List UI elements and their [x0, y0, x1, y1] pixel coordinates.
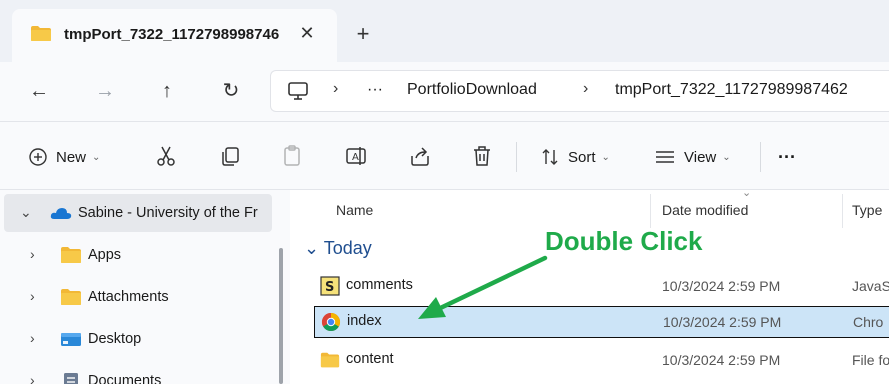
column-divider[interactable]: [842, 194, 843, 228]
sidebar-item-documents[interactable]: › Documents: [10, 362, 272, 384]
command-bar: New ⌄ A Sort ⌄ View ⌄ ···: [0, 122, 889, 190]
forward-button[interactable]: →: [90, 76, 120, 106]
sort-indicator-icon: ⌄: [742, 187, 752, 199]
tab-title: tmpPort_7322_1172798998746: [64, 26, 280, 43]
group-header-today[interactable]: ⌄ Today: [304, 238, 372, 259]
svg-text:S: S: [325, 280, 334, 295]
more-options-button[interactable]: ···: [778, 146, 796, 168]
breadcrumb-portfoliodownload[interactable]: PortfolioDownload: [407, 81, 537, 99]
navigation-pane: ⌄ Sabine - University of the Fr › Apps ›…: [0, 190, 290, 384]
address-row: ← → ↑ ↻ › ··· PortfolioDownload › tmpPor…: [0, 62, 889, 122]
breadcrumb-more[interactable]: ···: [367, 81, 383, 99]
desktop-icon: [61, 333, 81, 346]
chevron-down-icon: ⌄: [601, 151, 610, 163]
chevron-right-icon[interactable]: ›: [30, 288, 35, 304]
file-type: JavaS: [852, 278, 889, 294]
chevron-down-icon[interactable]: ⌄: [20, 204, 32, 221]
sidebar-item-label: Desktop: [88, 331, 142, 347]
new-button-label: New: [56, 148, 87, 166]
rename-icon[interactable]: A: [344, 144, 368, 168]
column-header-date-modified[interactable]: Date modified: [662, 202, 748, 218]
file-row-index[interactable]: index 10/3/2024 2:59 PM Chro: [314, 306, 889, 338]
file-row-content[interactable]: content 10/3/2024 2:59 PM File fo: [314, 344, 889, 376]
file-name: content: [346, 351, 394, 367]
back-button[interactable]: ←: [24, 76, 54, 106]
view-button-label: View: [684, 148, 717, 166]
file-row-comments[interactable]: S comments 10/3/2024 2:59 PM JavaS: [314, 270, 889, 302]
new-button[interactable]: New ⌄: [28, 146, 100, 168]
file-type: Chro: [853, 314, 884, 330]
sidebar-item-desktop[interactable]: › Desktop: [10, 320, 272, 358]
sidebar-item-label: Documents: [88, 373, 162, 384]
copy-icon[interactable]: [218, 144, 242, 168]
file-date-modified: 10/3/2024 2:59 PM: [662, 352, 781, 368]
up-button[interactable]: ↑: [152, 76, 182, 106]
script-file-icon: S: [320, 276, 340, 296]
chevron-right-icon[interactable]: ›: [30, 330, 35, 346]
paste-icon[interactable]: [280, 144, 304, 168]
refresh-button[interactable]: ↻: [216, 76, 246, 106]
column-header-type[interactable]: Type: [852, 202, 882, 218]
share-icon[interactable]: [408, 144, 432, 168]
documents-icon: [64, 373, 78, 384]
file-type: File fo: [852, 352, 889, 368]
toolbar-divider: [760, 142, 761, 172]
chevron-right-icon[interactable]: ›: [30, 246, 35, 262]
chevron-right-icon[interactable]: ›: [30, 372, 35, 384]
column-header-name[interactable]: Name: [336, 202, 373, 218]
trash-icon[interactable]: [470, 144, 494, 168]
breadcrumb-current-folder[interactable]: tmpPort_7322_11727989987462: [615, 81, 848, 99]
sort-icon: [542, 149, 558, 165]
cut-icon[interactable]: [154, 144, 178, 168]
breadcrumb-separator: ›: [333, 80, 339, 97]
svg-text:A: A: [352, 152, 359, 163]
toolbar-divider: [516, 142, 517, 172]
chrome-icon: [321, 313, 341, 332]
sidebar-item-attachments[interactable]: › Attachments: [10, 278, 272, 316]
folder-icon: [320, 352, 340, 368]
chevron-down-icon: ⌄: [722, 151, 731, 163]
onedrive-cloud-icon: [50, 208, 72, 219]
new-tab-button[interactable]: +: [350, 22, 376, 48]
breadcrumb-separator: ›: [583, 80, 589, 97]
sidebar-item-apps[interactable]: › Apps: [10, 236, 272, 274]
chevron-down-icon: ⌄: [92, 151, 101, 163]
sort-button-label: Sort: [568, 148, 596, 166]
folder-icon: [61, 247, 81, 263]
sidebar-item-label: Sabine - University of the Fr: [78, 205, 258, 221]
file-date-modified: 10/3/2024 2:59 PM: [662, 278, 781, 294]
address-bar[interactable]: › ··· PortfolioDownload › tmpPort_7322_1…: [270, 70, 889, 112]
file-name: comments: [346, 277, 413, 293]
tab-bar: tmpPort_7322_1172798998746 ✕ +: [0, 0, 889, 62]
file-name: index: [347, 313, 382, 329]
sort-button[interactable]: Sort ⌄: [540, 146, 610, 168]
close-icon[interactable]: ✕: [295, 21, 319, 45]
annotation-label: Double Click: [545, 226, 703, 256]
tab-active[interactable]: tmpPort_7322_1172798998746 ✕: [12, 9, 337, 62]
computer-icon: [288, 82, 308, 100]
sidebar-item-onedrive[interactable]: ⌄ Sabine - University of the Fr: [4, 194, 272, 232]
file-list: Name ⌄ Date modified Type ⌄ Today S comm…: [290, 187, 889, 384]
view-button[interactable]: View ⌄: [654, 146, 731, 168]
plus-circle-icon: [29, 148, 47, 166]
file-date-modified: 10/3/2024 2:59 PM: [663, 314, 782, 330]
view-list-icon: [656, 151, 674, 163]
folder-icon: [31, 26, 51, 41]
sidebar-item-label: Attachments: [88, 289, 169, 305]
sidebar-scrollbar[interactable]: [279, 248, 283, 384]
column-divider[interactable]: [650, 194, 651, 228]
folder-icon: [61, 289, 81, 305]
sidebar-item-label: Apps: [88, 247, 122, 263]
